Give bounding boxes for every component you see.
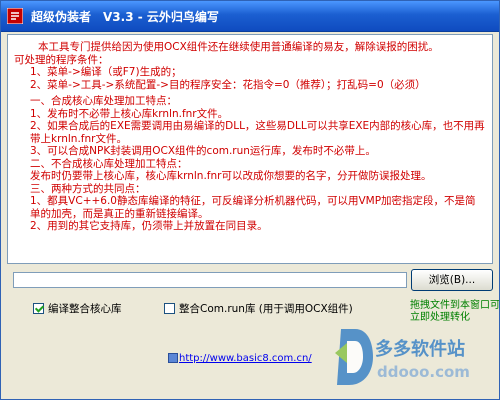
desc-line-conditions-heading: 可处理的程序条件： xyxy=(14,53,109,66)
desc-line-section-1-heading: 一、合成核心库处理加工特点： xyxy=(30,95,177,107)
description-panel: 本工具专门提供给因为使用OCX组件还在继续使用普通编译的易友，解除误报的困扰。 … xyxy=(7,34,493,264)
app-window: 超级伪装者 V3.3 - 云外归鸟编写 本工具专门提供给因为使用OCX组件还在继… xyxy=(0,0,500,400)
watermark-logo-icon xyxy=(335,329,373,385)
checkbox-checked-icon[interactable] xyxy=(33,302,44,314)
desc-line-condition-2: 2、菜单->工具->系统配置->目的程序安全：花指令=0（推荐）；打乱码=0（必… xyxy=(30,78,426,91)
desc-line-section-3-heading: 三、两种方式的共同点： xyxy=(30,182,146,195)
desc-line-section-1-item-1: 1、发布时不必带上核心库krnln.fnr文件。 xyxy=(30,107,229,120)
desc-line-section-3-item-1: 1、都具VC++6.0静态库编译的特征，可反编译分析机器代码，可以用VMP加密指… xyxy=(30,195,476,220)
desc-line-intro: 本工具专门提供给因为使用OCX组件还在继续使用普通编译的易友，解除误报的困扰。 xyxy=(38,41,439,53)
browse-button[interactable]: 浏览(B)... xyxy=(411,269,493,291)
checkbox-unchecked-icon[interactable] xyxy=(164,302,175,314)
desc-line-section-1-item-3: 3、可以合成NPK封装调用OCX组件的com.run运行库，发布时不必带上。 xyxy=(30,145,376,157)
watermark-url: ddooo.com xyxy=(377,363,470,381)
compile-core-lib-checkbox[interactable]: 编译整合核心库 xyxy=(33,301,122,315)
integrate-comrun-label: 整合Com.run库 (用于调用OCX组件) xyxy=(179,302,353,315)
window-title: 超级伪装者 V3.3 - 云外归鸟编写 xyxy=(31,10,219,24)
app-icon xyxy=(7,8,23,24)
desc-line-condition-1: 1、菜单->编译（或F7)生成的； xyxy=(30,66,182,78)
desc-line-section-2-item: 发布时仍要带上核心库，核心库krnln.fnr可以改成你想要的名字，分开做防误报… xyxy=(30,170,432,182)
site-watermark: 多多软件站 ddooo.com xyxy=(333,323,499,399)
homepage-link[interactable]: http://www.basic8.com.cn/ xyxy=(179,353,312,364)
desc-line-section-1-item-2: 2、如果合成后的EXE需要调用由易编译的DLL，这些易DLL可以共享EXE内部的… xyxy=(30,120,485,145)
integrate-comrun-checkbox[interactable]: 整合Com.run库 (用于调用OCX组件) xyxy=(164,301,353,315)
drag-drop-hint: 拖拽文件到本窗口可立即处理转化 xyxy=(410,300,500,323)
compile-core-lib-label: 编译整合核心库 xyxy=(48,302,122,315)
link-icon xyxy=(168,353,178,363)
watermark-brand: 多多软件站 xyxy=(375,339,465,360)
desc-line-section-3-item-2: 2、用到的其它支持库，仍须带上并放置在同目录。 xyxy=(30,220,268,232)
desc-line-section-2-heading: 二、不合成核心库处理加工特点： xyxy=(30,157,188,170)
file-path-input[interactable] xyxy=(13,272,407,288)
title-bar[interactable]: 超级伪装者 V3.3 - 云外归鸟编写 xyxy=(1,1,499,32)
